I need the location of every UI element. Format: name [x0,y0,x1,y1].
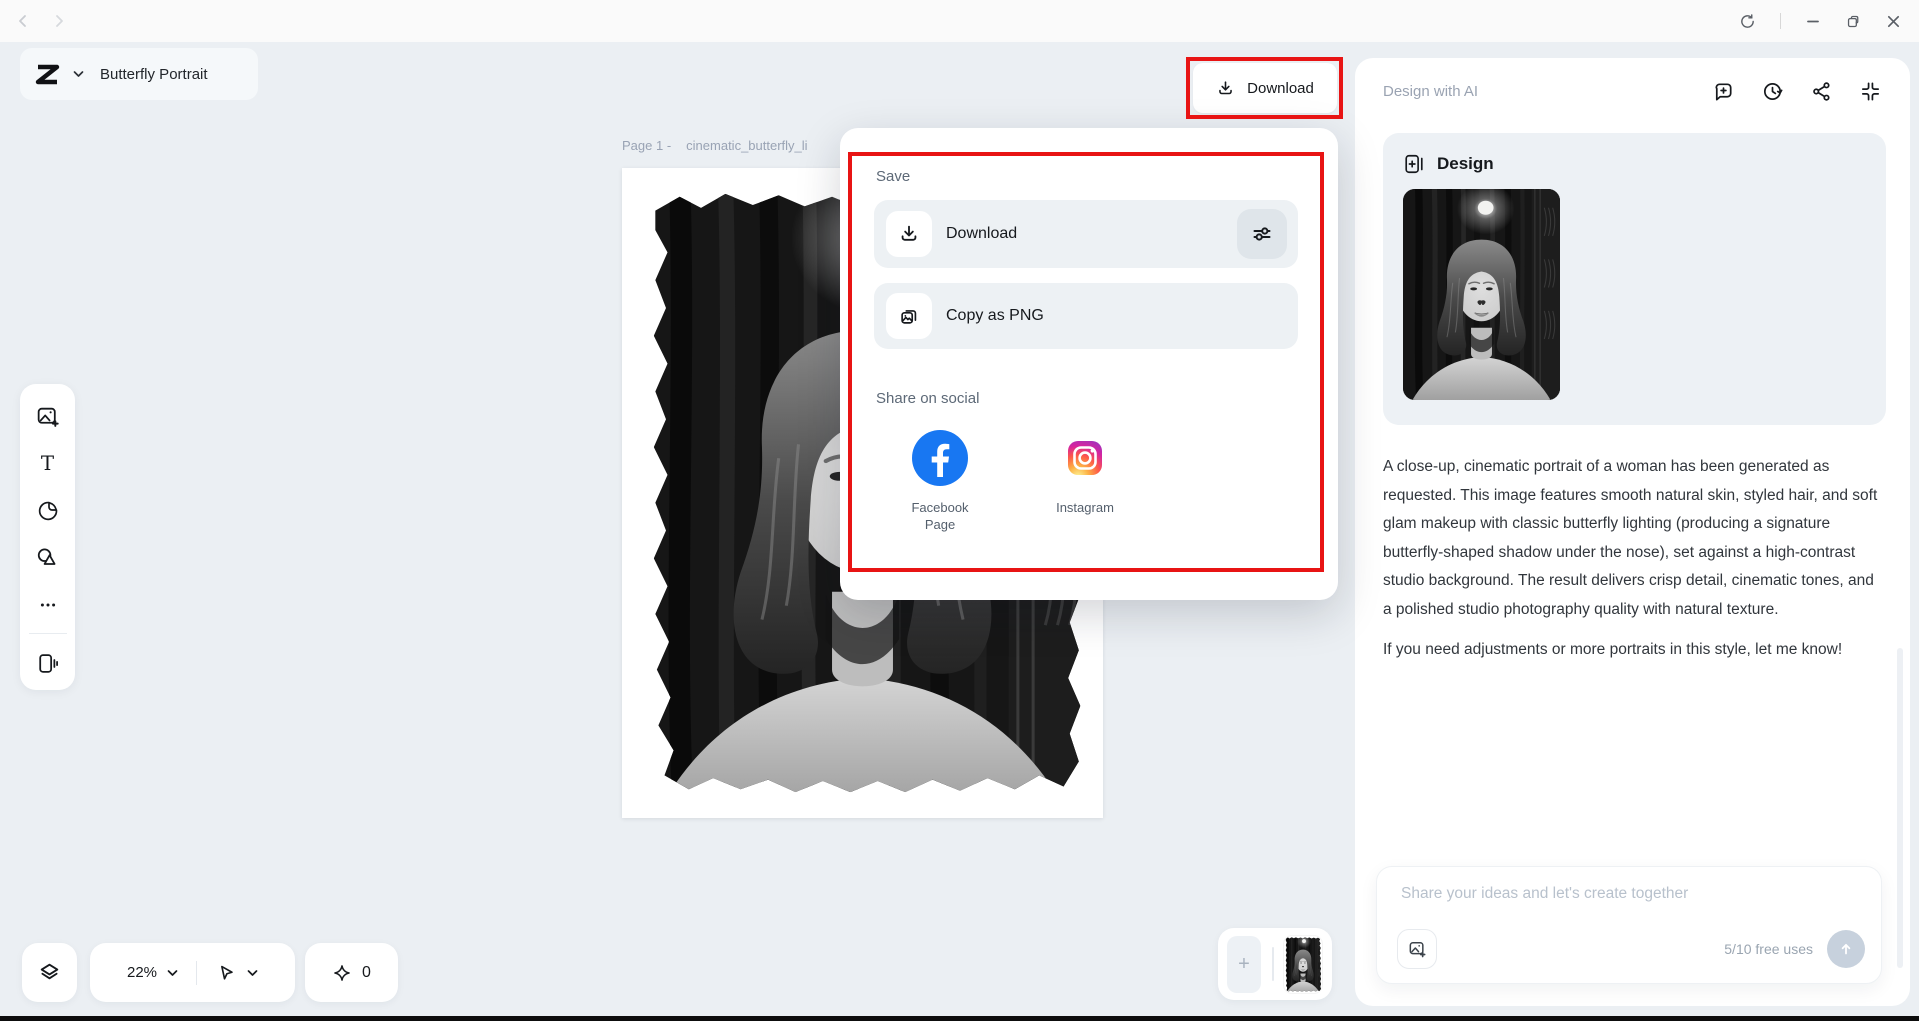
design-thumbnail[interactable] [1403,189,1560,400]
facebook-label-line1: Facebook [911,500,969,515]
ai-message: A close-up, cinematic portrait of a woma… [1383,453,1878,665]
capcut-logo-icon[interactable] [34,63,61,86]
window-title-bar [0,0,1919,42]
facebook-icon [912,430,968,486]
sticker-icon [38,501,57,520]
pages-divider [1272,947,1274,981]
left-toolbar: T [20,384,75,690]
pill-divider [196,960,198,985]
svg-text:T: T [41,452,54,475]
project-menu-chevron-icon[interactable] [73,70,84,78]
restore-icon[interactable] [1845,13,1862,30]
ai-panel: Design with AI Design A close-up, cinema… [1355,58,1910,1006]
history-icon[interactable] [1761,80,1784,103]
instagram-label: Instagram [1056,500,1114,515]
download-icon [1216,79,1235,98]
copy-png-label: Copy as PNG [946,307,1044,324]
share-heading: Share on social [876,390,980,407]
page-thumbnail[interactable] [1284,936,1322,993]
cursor-icon [221,965,233,980]
toolbar-divider [28,633,67,634]
design-card-icon [1403,153,1425,175]
zoom-value: 22% [126,964,158,981]
send-arrow-icon [1841,943,1851,955]
elements-icon [37,548,56,565]
credits-value: 0 [362,963,371,981]
send-button[interactable] [1827,930,1865,968]
text-tool[interactable]: T [24,440,71,487]
cursor-chevron-icon [247,969,258,976]
pages-bar: + [1218,928,1332,1000]
page-label: Page 1 - cinematic_butterfly_li [622,138,808,153]
share-facebook[interactable]: Facebook Page [890,430,990,533]
popup-copy-png-option[interactable]: Copy as PNG [874,283,1298,349]
save-popup: Save Download Copy as PNG Share on socia… [840,128,1338,600]
download-button[interactable]: Download [1193,63,1337,113]
attach-image-icon [1409,942,1426,958]
bottom-edge-bar [0,1016,1919,1021]
add-page-button[interactable]: + [1227,936,1261,993]
copy-image-icon [901,310,917,324]
collapse-panel-icon[interactable] [1859,80,1882,103]
canvas-size-tool[interactable] [24,640,71,687]
zoom-chevron-icon [167,969,178,976]
panel-scrollbar[interactable] [1897,648,1903,968]
chat-input-card[interactable]: Share your ideas and let's create togeth… [1376,866,1882,984]
project-title: Butterfly Portrait [100,65,208,83]
free-uses-counter: 5/10 free uses [1724,941,1813,957]
layers-button[interactable] [22,943,77,1002]
ai-message-paragraph-1: A close-up, cinematic portrait of a woma… [1383,458,1878,618]
add-image-tool[interactable] [24,393,71,440]
download-option-label: Download [946,225,1018,242]
ai-message-paragraph-2: If you need adjustments or more portrait… [1383,641,1843,658]
download-icon [901,225,917,241]
copy-png-icon-square [886,293,932,339]
add-image-icon [37,407,59,427]
more-icon [40,603,55,606]
save-heading: Save [876,168,911,185]
elements-tool[interactable] [24,534,71,581]
ai-panel-title: Design with AI [1383,83,1479,100]
sticker-tool[interactable] [24,487,71,534]
layers-icon [40,963,59,980]
project-header: Butterfly Portrait [20,48,258,100]
chat-input-placeholder[interactable]: Share your ideas and let's create togeth… [1401,885,1688,903]
nav-back-icon[interactable] [16,14,30,28]
page-filename: cinematic_butterfly_li [686,138,808,153]
credits-button[interactable]: 0 [305,943,398,1002]
more-tools[interactable] [24,581,71,628]
controls-divider [1780,13,1781,29]
zoom-control[interactable]: 22% [90,943,295,1002]
sliders-icon [1253,227,1271,241]
design-card: Design [1383,133,1886,425]
download-button-label: Download [1247,79,1314,97]
new-chat-icon[interactable] [1712,80,1735,103]
download-option-icon-square [886,211,932,257]
close-icon[interactable] [1886,14,1901,29]
page-number: Page 1 - [622,138,672,153]
download-settings-button[interactable] [1237,209,1287,259]
canvas-size-icon [39,654,58,673]
popup-download-option[interactable]: Download [874,200,1298,268]
attach-image-button[interactable] [1397,929,1437,969]
share-icon[interactable] [1810,80,1833,103]
facebook-label-line2: Page [924,517,956,532]
minimize-icon[interactable] [1805,13,1821,29]
text-icon: T [41,452,54,475]
nav-forward-icon[interactable] [52,14,66,28]
design-card-title: Design [1437,154,1494,173]
share-instagram[interactable]: Instagram [1035,430,1135,516]
sparkle-icon [334,964,350,981]
ai-panel-header: Design with AI [1355,58,1910,103]
refresh-icon[interactable] [1739,13,1756,30]
instagram-icon [1057,430,1113,486]
